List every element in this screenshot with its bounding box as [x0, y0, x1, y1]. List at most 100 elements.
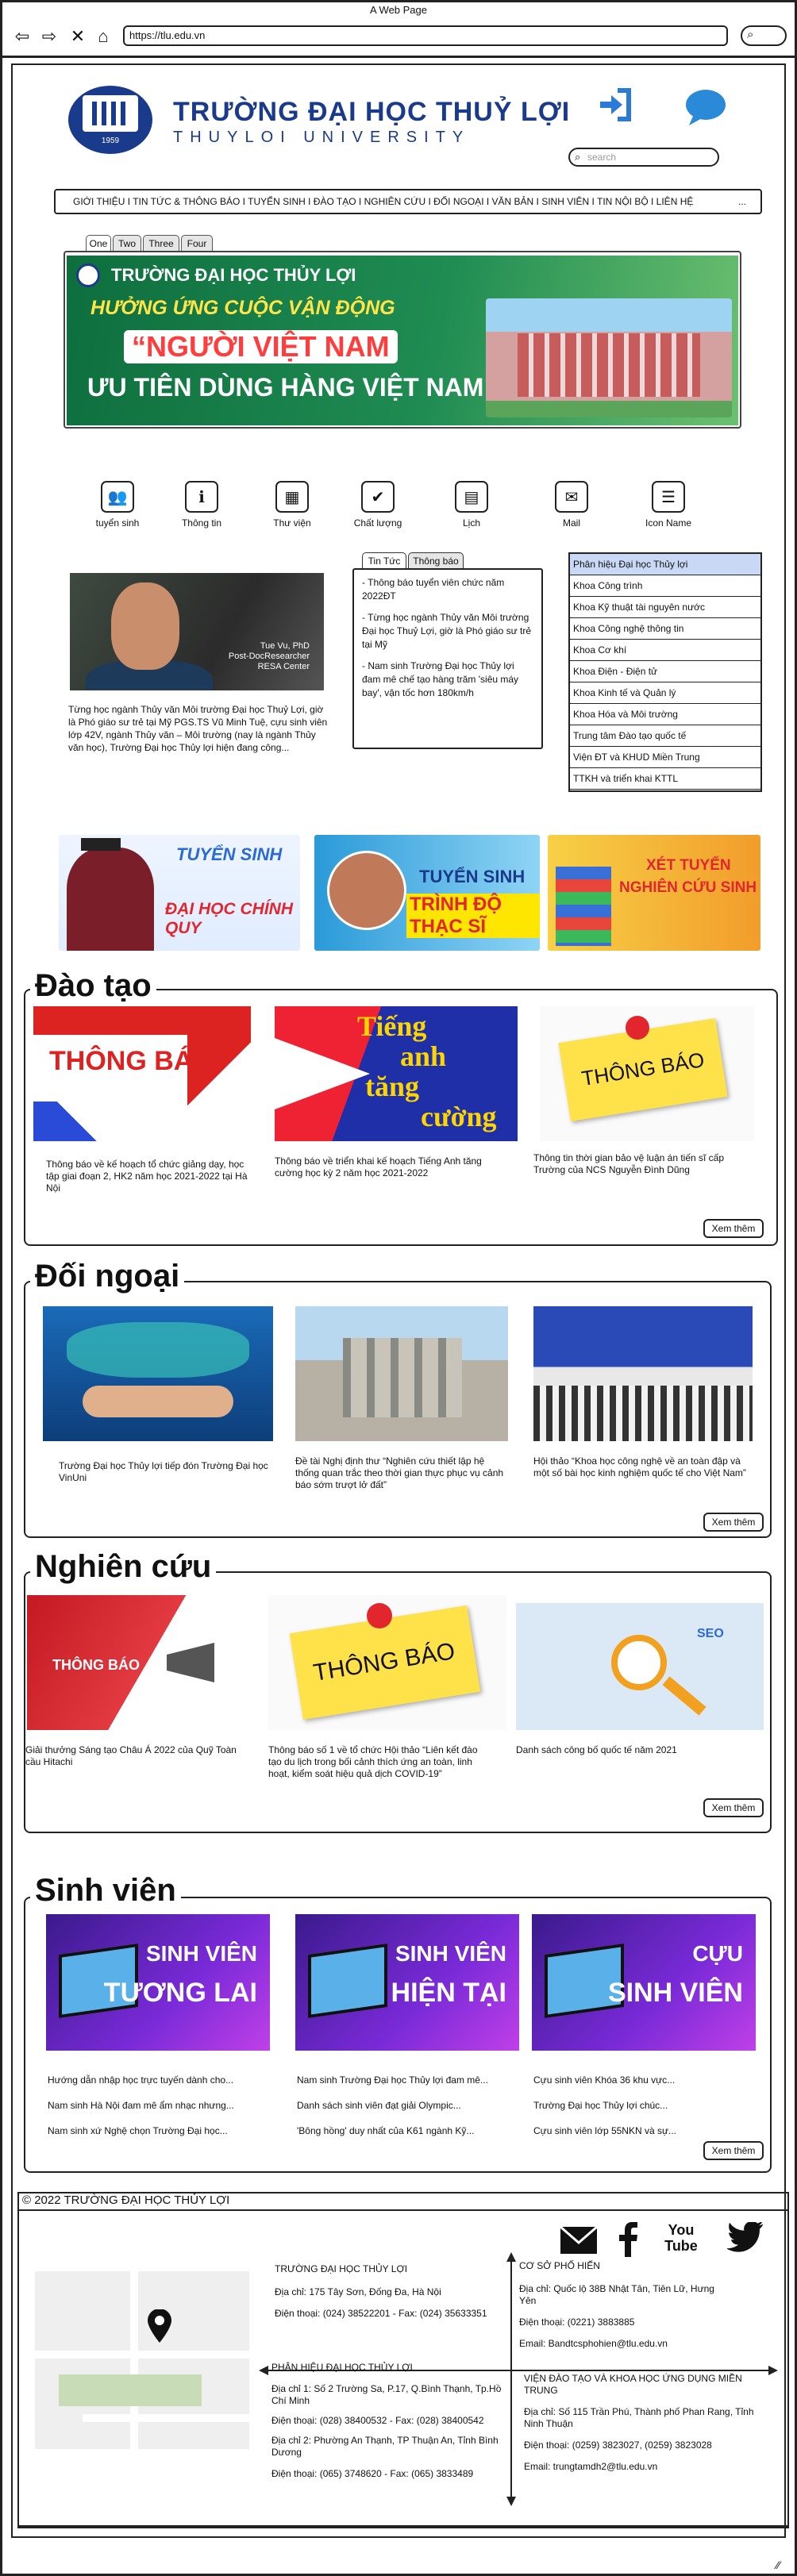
- card-text[interactable]: Thông báo về triển khai kế hoạch Tiếng A…: [275, 1155, 489, 1179]
- department-link[interactable]: Khoa Hóa và Môi trường: [570, 704, 760, 725]
- department-link[interactable]: Khoa Công nghệ thông tin: [570, 618, 760, 640]
- nav-more[interactable]: ...: [733, 190, 746, 213]
- url-bar[interactable]: https://tlu.edu.vn: [123, 25, 728, 46]
- card-image[interactable]: SEO: [516, 1603, 764, 1730]
- card-text[interactable]: Giải thưởng Sáng tạo Châu Á 2022 của Quỹ…: [25, 1744, 244, 1768]
- footer-email-link[interactable]: Email: Bandtcsphohien@tlu.edu.vn: [519, 2338, 733, 2350]
- resize-grip-icon[interactable]: ⁄⁄: [776, 2559, 780, 2571]
- banner-logo: [76, 263, 100, 287]
- department-link[interactable]: Khoa Kinh tế và Quản lý: [570, 682, 760, 704]
- department-link[interactable]: Phân hiệu Đại học Thủy lợi: [570, 554, 760, 575]
- card-image[interactable]: Tiếng anh tăng cường: [275, 1006, 518, 1141]
- xem-them-button[interactable]: Xem thêm: [703, 2141, 764, 2160]
- card-text[interactable]: Danh sách công bố quốc tế năm 2021: [516, 1744, 730, 1756]
- quick-link[interactable]: ℹ Thông tin: [170, 481, 233, 529]
- student-news-link[interactable]: Nam sinh xứ Nghệ chọn Trường Đại học...: [48, 2125, 270, 2137]
- card-image[interactable]: [533, 1306, 753, 1441]
- card-text[interactable]: Thông tin thời gian bảo vệ luận án tiến …: [533, 1152, 748, 1176]
- card-image[interactable]: THÔNG BÁO: [268, 1595, 506, 1730]
- tab-four[interactable]: Four: [181, 235, 213, 252]
- main-navigation[interactable]: GIỚI THIỆU I TIN TỨC & THÔNG BÁO I TUYỂN…: [54, 189, 762, 214]
- news-item[interactable]: - Từng học ngành Thủy văn Môi trường Đại…: [362, 611, 533, 652]
- department-link[interactable]: Khoa Cơ khí: [570, 640, 760, 661]
- quick-link[interactable]: 👥 tuyển sinh: [86, 481, 149, 529]
- card-image[interactable]: THÔNG BÁO: [540, 1006, 754, 1141]
- department-link[interactable]: Trung tâm Đào tạo quốc tế: [570, 725, 760, 747]
- section-title-nghien-cuu: Nghiên cứu: [30, 1549, 217, 1585]
- student-news-link[interactable]: Danh sách sinh viên đạt giải Olympic...: [297, 2100, 519, 2112]
- quick-link-label: Thư viện: [273, 517, 311, 529]
- mail-icon: ✉: [555, 481, 588, 513]
- footer-email-link[interactable]: Email: trungtamdh2@tlu.edu.vn: [524, 2461, 772, 2473]
- tab-thong-bao[interactable]: Thông báo: [408, 552, 464, 570]
- card-text[interactable]: Đề tài Nghị định thư “Nghiên cứu thiết l…: [295, 1455, 510, 1491]
- xem-them-button[interactable]: Xem thêm: [703, 1513, 764, 1532]
- quick-link[interactable]: ☰ Icon Name: [637, 481, 700, 529]
- banner-line3: ƯU TIÊN DÙNG HÀNG VIỆT NAM”: [87, 373, 497, 402]
- logo-year: 1959: [101, 136, 120, 145]
- news-item[interactable]: - Nam sinh Trường Đại học Thủy lợi đam m…: [362, 659, 533, 700]
- nav-links[interactable]: GIỚI THIỆU I TIN TỨC & THÔNG BÁO I TUYỂN…: [73, 196, 693, 207]
- card-text[interactable]: Hội thảo “Khoa học công nghệ về an toàn …: [533, 1455, 756, 1479]
- news-list-box: - Thông báo tuyển viên chức năm 2022ĐT -…: [352, 568, 543, 749]
- card-image[interactable]: [43, 1306, 273, 1441]
- news-item[interactable]: - Thông báo tuyển viên chức năm 2022ĐT: [362, 576, 533, 603]
- student-news-link[interactable]: Nam sinh Trường Đại học Thủy lợi đam mê.…: [297, 2074, 519, 2086]
- login-icon[interactable]: [597, 86, 635, 124]
- card-image[interactable]: SINH VIÊN TƯƠNG LAI: [46, 1914, 270, 2051]
- site-search-input[interactable]: ⌕ search: [568, 148, 719, 167]
- image-caption: Tue Vu, PhD Post-DocResearcher RESA Cent…: [228, 641, 310, 671]
- browser-search[interactable]: ⌕: [741, 25, 787, 46]
- forward-arrow-icon[interactable]: ⇨: [37, 25, 61, 48]
- department-link[interactable]: Khoa Công trình: [570, 575, 760, 597]
- quick-link-label: Icon Name: [645, 517, 692, 529]
- home-icon[interactable]: ⌂: [91, 25, 115, 48]
- tab-tin-tuc[interactable]: Tin Tức: [362, 552, 406, 570]
- student-news-link[interactable]: Cựu sinh viên lớp 55NKN và sự...: [533, 2125, 756, 2137]
- card-text[interactable]: Thông báo số 1 về tổ chức Hội thảo “Liên…: [268, 1744, 483, 1780]
- department-link[interactable]: Viện ĐT và KHUD Miền Trung: [570, 747, 760, 768]
- chat-bubble-icon[interactable]: [684, 87, 727, 127]
- card-image[interactable]: SINH VIÊN HIỆN TẠI: [295, 1914, 519, 2051]
- card-image[interactable]: CỰU SINH VIÊN: [532, 1914, 756, 2051]
- xem-them-button[interactable]: Xem thêm: [703, 1798, 764, 1817]
- student-news-link[interactable]: Cựu sinh viên Khóa 36 khu vực...: [533, 2074, 756, 2086]
- promo-phd[interactable]: XÉT TUYỂN NGHIÊN CỨU SINH: [548, 835, 760, 951]
- twitter-icon[interactable]: [727, 2222, 764, 2257]
- tab-three[interactable]: Three: [143, 235, 179, 252]
- footer-map[interactable]: [35, 2271, 249, 2449]
- mail-icon[interactable]: [559, 2222, 599, 2257]
- quick-link[interactable]: ✔ Chất lượng: [346, 481, 410, 529]
- quick-link[interactable]: ▦ Thư viện: [260, 481, 324, 529]
- map-pin-icon: [148, 2309, 171, 2343]
- card-text[interactable]: Thông báo về kế hoạch tổ chức giảng dạy,…: [46, 1159, 252, 1194]
- department-link[interactable]: Khoa Kỹ thuật tài nguyên nước: [570, 597, 760, 618]
- back-arrow-icon[interactable]: ⇦: [10, 25, 34, 48]
- card-image[interactable]: THÔNG BÁO: [33, 1006, 251, 1141]
- promo-master[interactable]: TUYỂN SINH TRÌNH ĐỘ THẠC SĨ: [314, 835, 540, 951]
- banner-building-photo: [486, 298, 732, 417]
- featured-news-image[interactable]: Tue Vu, PhD Post-DocResearcher RESA Cent…: [70, 573, 324, 690]
- xem-them-button[interactable]: Xem thêm: [703, 1219, 764, 1238]
- quick-link[interactable]: ▤ Lịch: [440, 481, 503, 529]
- browser-toolbar: ⇦ ⇨ ✕ ⌂ https://tlu.edu.vn ⌕: [2, 18, 795, 58]
- featured-news-text[interactable]: Từng học ngành Thủy văn Môi trường Đại h…: [68, 703, 330, 754]
- quick-link[interactable]: ✉ Mail: [540, 481, 603, 529]
- student-news-link[interactable]: 'Bông hồng' duy nhất của K61 ngành Kỹ...: [297, 2125, 519, 2137]
- student-news-link[interactable]: Hướng dẫn nhập học trực tuyến dành cho..…: [48, 2074, 270, 2086]
- student-news-link[interactable]: Trường Đại học Thủy lợi chúc...: [533, 2100, 756, 2112]
- department-link[interactable]: TTKH và triển khai KTTL: [570, 768, 760, 790]
- card-text[interactable]: Trường Đại học Thủy lợi tiếp đón Trường …: [59, 1460, 273, 1484]
- tab-one[interactable]: One: [86, 235, 111, 252]
- footer-divider-vertical: [510, 2260, 512, 2498]
- department-link[interactable]: Khoa Điện - Điện tử: [570, 661, 760, 682]
- footer-divider: [17, 2209, 789, 2211]
- youtube-icon[interactable]: You Tube: [664, 2222, 699, 2259]
- close-icon[interactable]: ✕: [66, 25, 90, 48]
- facebook-icon[interactable]: [616, 2222, 640, 2257]
- promo-undergrad[interactable]: TUYỂN SINH ĐẠI HỌC CHÍNH QUY: [59, 835, 300, 951]
- card-image[interactable]: [295, 1306, 508, 1441]
- student-news-link[interactable]: Nam sinh Hà Nội đam mê ẩm nhạc nhưng...: [48, 2100, 270, 2112]
- card-image[interactable]: THÔNG BÁO: [27, 1595, 238, 1730]
- tab-two[interactable]: Two: [113, 235, 141, 252]
